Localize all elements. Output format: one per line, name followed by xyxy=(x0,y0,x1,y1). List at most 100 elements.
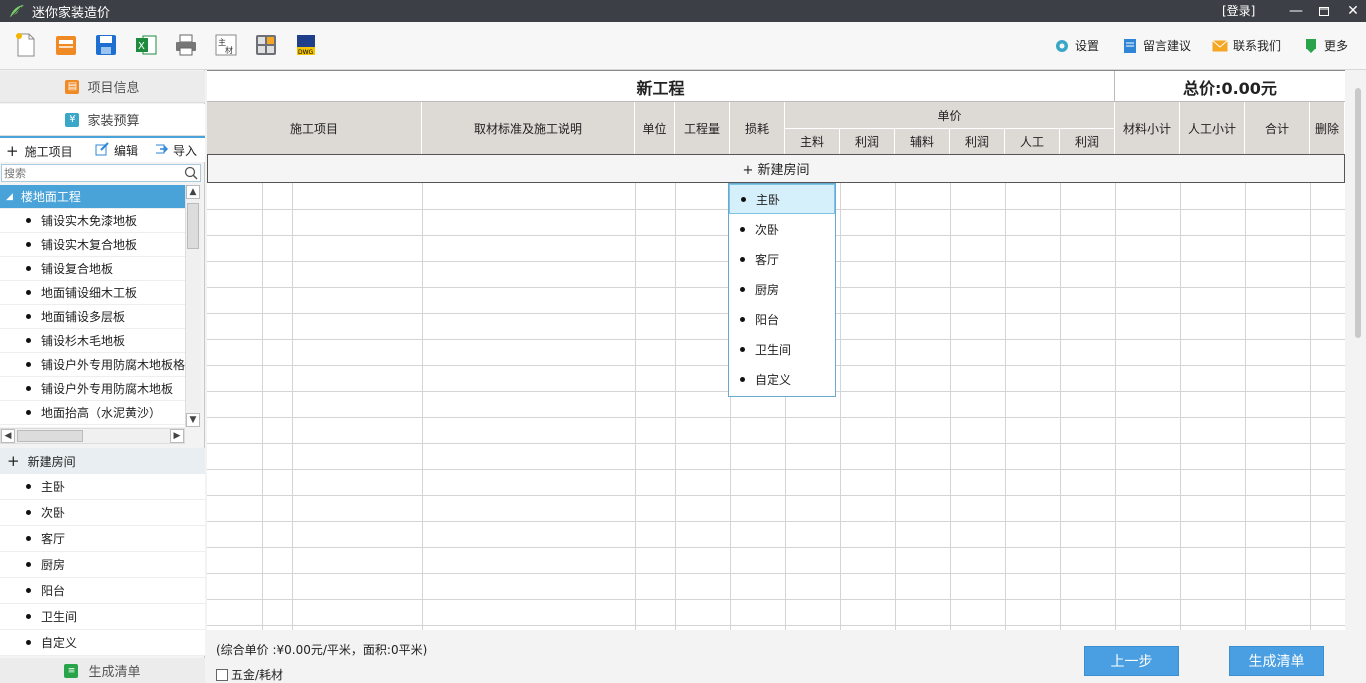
dropdown-item-label: 客厅 xyxy=(755,252,780,267)
dropdown-item-label: 次卧 xyxy=(755,222,780,237)
tab-budget[interactable]: ¥ 家装预算 xyxy=(0,104,205,136)
grid-line xyxy=(207,469,1345,470)
grid-line xyxy=(207,625,1345,626)
scroll-left-icon[interactable]: ◀ xyxy=(1,429,15,443)
dropdown-item[interactable]: 次卧 xyxy=(729,214,835,244)
dropdown-item[interactable]: 阳台 xyxy=(729,304,835,334)
dropdown-item[interactable]: 客厅 xyxy=(729,244,835,274)
tab-project-info[interactable]: ▤ 项目信息 xyxy=(0,71,205,103)
grid-line xyxy=(207,521,1345,522)
excel-export-icon[interactable]: X xyxy=(133,32,159,58)
bullet-icon xyxy=(26,290,31,295)
tree-item[interactable]: 铺设实木复合地板 xyxy=(0,233,185,257)
grid-line xyxy=(207,573,1345,574)
import-button[interactable]: 导入 xyxy=(154,142,197,159)
dropdown-item[interactable]: 主卧 xyxy=(729,184,835,214)
room-label: 主卧 xyxy=(41,480,66,494)
scroll-thumb-h[interactable] xyxy=(17,430,83,442)
settings-button[interactable]: 设置 xyxy=(1054,37,1099,54)
scroll-up-icon[interactable]: ▲ xyxy=(186,185,200,199)
tab-generate-list[interactable]: ≡ 生成清单 xyxy=(0,658,205,683)
table-vertical-scrollbar[interactable] xyxy=(1350,70,1366,630)
col-unit-price: 单价 xyxy=(785,102,1115,128)
tree-item[interactable]: 铺设复合地板 xyxy=(0,257,185,281)
room-item[interactable]: 自定义 xyxy=(0,630,205,656)
grid-line xyxy=(675,183,676,630)
add-item-button[interactable]: + 施工项目 xyxy=(6,142,73,160)
maximize-icon[interactable] xyxy=(1312,0,1336,22)
bullet-icon xyxy=(26,410,31,415)
dwg-icon[interactable]: DWG xyxy=(293,32,319,58)
project-title[interactable]: 新工程 xyxy=(207,71,1115,102)
close-icon[interactable]: ✕ xyxy=(1341,0,1365,22)
tree-item[interactable]: 地面抬高（水泥黄沙） xyxy=(0,401,185,425)
footer: (综合单价 :¥0.00元/平米，面积:0平米) 五金/耗材 上一步 生成清单 xyxy=(207,632,1366,683)
tree-horizontal-scrollbar[interactable]: ◀ ▶ xyxy=(0,428,185,444)
col-delete: 删除 xyxy=(1310,102,1345,154)
contact-button[interactable]: 联系我们 xyxy=(1212,37,1281,54)
tab-project-info-label: 项目信息 xyxy=(87,81,140,96)
bullet-icon xyxy=(740,346,745,352)
dropdown-item-label: 主卧 xyxy=(756,192,781,207)
save-icon[interactable] xyxy=(93,32,119,58)
edit-button[interactable]: 编辑 xyxy=(95,142,138,159)
new-file-icon[interactable] xyxy=(13,32,39,58)
room-label: 厨房 xyxy=(41,558,66,572)
tree-item[interactable]: 铺设杉木毛地板 xyxy=(0,329,185,353)
prev-step-button[interactable]: 上一步 xyxy=(1084,646,1179,676)
room-item[interactable]: 厨房 xyxy=(0,552,205,578)
calculator-icon[interactable] xyxy=(253,32,279,58)
generate-list-button[interactable]: 生成清单 xyxy=(1229,646,1324,676)
tree-vertical-scrollbar[interactable]: ▲ ▼ xyxy=(185,185,201,427)
search-icon[interactable] xyxy=(184,166,198,180)
scroll-down-icon[interactable]: ▼ xyxy=(186,413,200,427)
dropdown-item[interactable]: 自定义 xyxy=(729,364,835,394)
contact-label: 联系我们 xyxy=(1233,39,1282,53)
search-input[interactable] xyxy=(2,165,180,181)
col-standard: 取材标准及施工说明 xyxy=(422,102,635,154)
room-item[interactable]: 客厅 xyxy=(0,526,205,552)
room-label: 阳台 xyxy=(41,584,66,598)
bullet-icon xyxy=(26,218,31,223)
col-item: 施工项目 xyxy=(207,102,422,154)
col-material-subtotal: 材料小计 xyxy=(1115,102,1180,154)
collapse-triangle-icon[interactable]: ◢ xyxy=(6,192,13,202)
main-material-icon[interactable]: 主材 xyxy=(213,32,239,58)
room-item[interactable]: 主卧 xyxy=(0,474,205,500)
info-icon: ▤ xyxy=(65,79,80,94)
more-button[interactable]: 更多 xyxy=(1303,37,1348,54)
room-item[interactable]: 阳台 xyxy=(0,578,205,604)
bullet-icon xyxy=(26,362,31,367)
room-item[interactable]: 次卧 xyxy=(0,500,205,526)
checkbox-box[interactable] xyxy=(216,668,228,681)
search-field[interactable] xyxy=(1,164,201,182)
mail-icon xyxy=(1212,38,1228,54)
bullet-icon xyxy=(26,536,31,541)
new-room-button[interactable]: + 新建房间 xyxy=(207,154,1345,183)
title-bar: 迷你家装造价 [登录] — ✕ xyxy=(0,0,1366,22)
new-room-header[interactable]: + 新建房间 xyxy=(0,448,205,474)
open-file-icon[interactable] xyxy=(53,32,79,58)
login-link[interactable]: [登录] xyxy=(1222,2,1255,19)
col-profit-2: 利润 xyxy=(950,128,1005,154)
tree-item[interactable]: 铺设户外专用防腐木地板 xyxy=(0,377,185,401)
grid-line xyxy=(262,183,263,630)
print-icon[interactable] xyxy=(173,32,199,58)
tree-item[interactable]: 地面铺设细木工板 xyxy=(0,281,185,305)
dropdown-item[interactable]: 卫生间 xyxy=(729,334,835,364)
tree-root[interactable]: ◢ 楼地面工程 xyxy=(0,185,185,209)
plus-icon: + xyxy=(7,452,20,470)
hardware-checkbox[interactable]: 五金/耗材 xyxy=(216,666,283,683)
scroll-right-icon[interactable]: ▶ xyxy=(170,429,184,443)
tree-item[interactable]: 地面铺设多层板 xyxy=(0,305,185,329)
dropdown-item-label: 厨房 xyxy=(755,282,780,297)
tree-item[interactable]: 铺设实木免漆地板 xyxy=(0,209,185,233)
room-item[interactable]: 卫生间 xyxy=(0,604,205,630)
minimize-icon[interactable]: — xyxy=(1284,0,1308,22)
tree-item[interactable]: 铺设户外专用防腐木地板格 xyxy=(0,353,185,377)
scroll-thumb[interactable] xyxy=(1355,88,1361,338)
scroll-thumb[interactable] xyxy=(187,203,199,249)
gear-icon xyxy=(1054,38,1070,54)
dropdown-item[interactable]: 厨房 xyxy=(729,274,835,304)
feedback-button[interactable]: 留言建议 xyxy=(1122,37,1191,54)
